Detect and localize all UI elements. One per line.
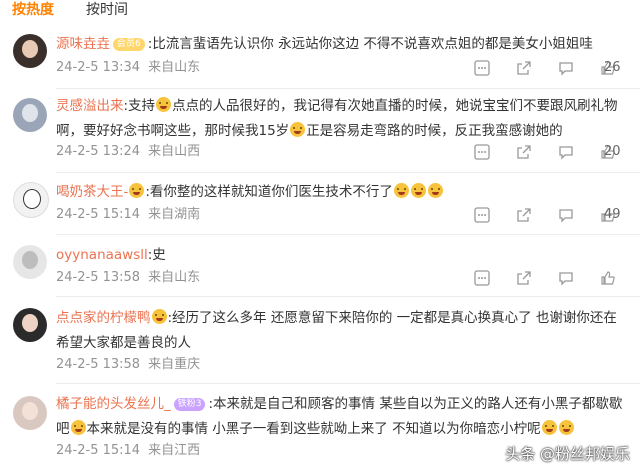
sort-tabs: 按热度 按时间 [0,0,640,22]
comment-item: 源味垚垚 会员6:比流言蜚语先认识你 永远站你这边 不得不说喜欢点姐的都是美女小姐… [0,30,640,85]
username[interactable]: oyynanaawsll [56,247,148,263]
tab-time[interactable]: 按时间 [86,1,128,19]
like-count: 26 [604,60,621,75]
share-icon[interactable] [516,144,532,160]
comment-time: 24-2-5 13:58 [56,357,141,372]
comment-location: 来自江西 [148,443,201,458]
watermark-text: 头条 @粉丝邦娱乐 [505,445,630,463]
share-icon[interactable] [516,207,532,223]
tab-hot[interactable]: 按热度 [12,1,54,19]
divider [56,172,640,173]
emoji-icon [156,97,172,112]
comment-location: 来自湖南 [148,207,201,222]
emoji-icon [427,183,443,198]
comment-item: oyynanaawsll:史 24-2-5 13:58 来自山东 [0,241,640,291]
comment-icon[interactable] [558,60,574,76]
comment-item: 点点家的柠檬鸭:经历了这么多年 还愿意留下来陪你的 一定都是真心换真心了 也谢谢… [0,304,640,380]
avatar[interactable] [13,396,47,430]
comment-text: :史 [147,247,166,263]
comment-actions [390,59,640,77]
comment-location: 来自山东 [148,270,201,285]
comment-text: 本来就是没有的事情 小黑子一看到这些就呦上来了 不知道以为你暗恋小柠呢 [86,421,541,437]
comment-time: 24-2-5 15:14 [56,207,141,222]
emoji-icon [393,183,409,198]
emoji-icon [290,122,306,137]
comment-item: 喝奶茶大王- :看你整的这样就知道你们医生技术不行了 24-2-5 15:14 来自… [0,178,640,230]
comment-actions [390,269,640,287]
avatar[interactable] [13,34,47,68]
emoji-icon [70,420,86,435]
username[interactable]: 橘子能的头发丝儿_ [56,396,171,412]
comment-item: 灵感溢出来:支持 点点的人品很好的，我记得有次她直播的时候，她说宝宝们不要跟风刷礼… [0,92,640,168]
comment-location: 来自山西 [148,144,201,159]
comment-location: 来自重庆 [148,357,201,372]
like-icon[interactable] [600,270,616,286]
comment-text: :比流言蜚语先认识你 永远站你这边 不得不说喜欢点姐的都是美女小姐姐哇 [147,36,593,52]
share-icon[interactable] [516,60,532,76]
username[interactable]: 源味垚垚 [56,36,110,52]
share-icon[interactable] [516,270,532,286]
comment-text: :看你整的这样就知道你们医生技术不行了 [145,184,393,200]
comment-time: 24-2-5 13:24 [56,144,141,159]
divider [56,234,640,235]
avatar[interactable] [13,308,47,342]
comment-time: 24-2-5 15:14 [56,443,141,458]
like-count: 20 [604,144,621,159]
emoji-icon [129,183,145,198]
divider [56,296,640,297]
username[interactable]: 灵感溢出来 [56,98,124,114]
username[interactable]: 喝奶茶大王- [56,184,128,200]
comment-icon[interactable] [558,144,574,160]
emoji-icon [541,420,557,435]
more-icon[interactable] [474,60,490,76]
emoji-icon [151,309,167,324]
member-badge: 会员6 [113,38,145,51]
comment-time: 24-2-5 13:58 [56,270,141,285]
username[interactable]: 点点家的柠檬鸭 [56,310,151,326]
avatar[interactable] [13,245,47,279]
comment-time: 24-2-5 13:34 [56,60,141,75]
divider [56,383,640,384]
comment-text: 正是容易走弯路的时候，反正我蛮感谢她的 [306,123,563,139]
comment-actions [390,206,640,224]
more-icon[interactable] [474,207,490,223]
avatar[interactable] [13,182,49,218]
comment-icon[interactable] [558,270,574,286]
emoji-icon [558,420,574,435]
fan-badge: 铁粉3 [173,398,206,411]
more-icon[interactable] [474,144,490,160]
like-count: 49 [604,207,621,222]
avatar[interactable] [13,98,47,132]
divider [56,88,640,89]
emoji-icon [410,183,426,198]
more-icon[interactable] [474,270,490,286]
comment-location: 来自山东 [148,60,201,75]
comment-actions [390,143,640,161]
comment-icon[interactable] [558,207,574,223]
comment-text: :支持 [123,98,156,114]
